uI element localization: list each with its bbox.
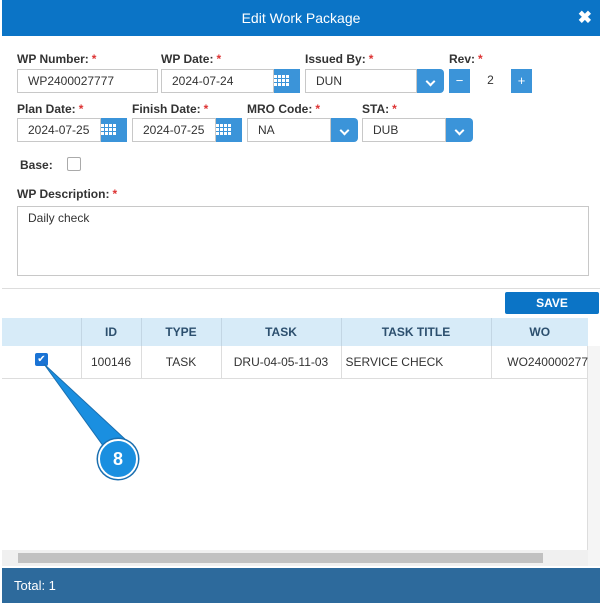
callout-pointer xyxy=(43,363,127,448)
step-badge: 8 xyxy=(98,439,138,479)
